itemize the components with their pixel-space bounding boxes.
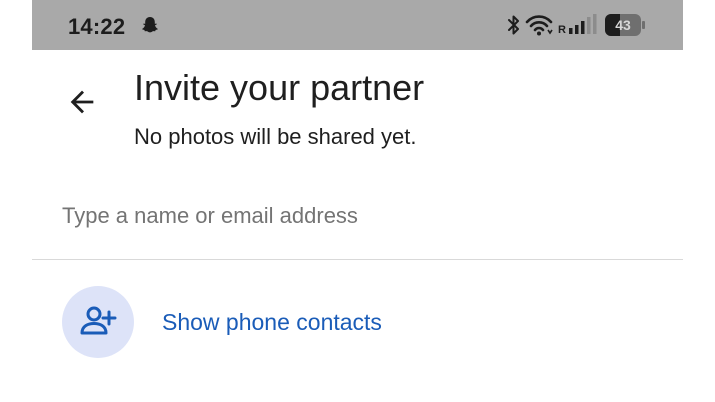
contacts-avatar	[62, 286, 134, 358]
status-time: 14:22	[68, 14, 126, 39]
status-bar: 14:22 R 43	[32, 0, 683, 50]
show-phone-contacts-button[interactable]: Show phone contacts	[62, 286, 382, 358]
person-add-icon	[80, 306, 117, 335]
bluetooth-icon	[508, 15, 519, 35]
battery-icon: 43	[605, 14, 645, 36]
search-input[interactable]	[58, 196, 682, 236]
battery-level: 43	[615, 17, 631, 33]
page-title: Invite your partner	[134, 67, 425, 108]
invite-partner-screen: 14:22 R 43 Invite your partner No photos…	[0, 0, 715, 402]
divider	[32, 259, 683, 260]
show-phone-contacts-label: Show phone contacts	[162, 308, 382, 335]
status-icons: R 43	[507, 12, 645, 38]
network-indicator-label: R	[558, 24, 566, 36]
snapchat-ghost-icon	[142, 17, 158, 33]
cellular-signal-icon: R	[558, 14, 597, 36]
page-subtitle: No photos will be shared yet.	[134, 124, 417, 149]
arrow-back-icon	[70, 90, 94, 114]
back-button[interactable]	[58, 78, 106, 126]
wifi-icon	[525, 15, 553, 36]
